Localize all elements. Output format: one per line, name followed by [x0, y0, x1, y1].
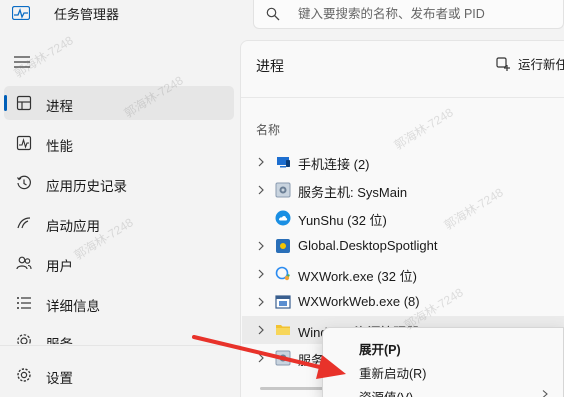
process-name: 手机连接 (2): [298, 157, 370, 172]
chevron-right-icon[interactable]: [256, 185, 266, 195]
sidebar-item-startup-apps[interactable]: 启动应用: [4, 206, 234, 240]
context-menu: 展开(P) 重新启动(R) 资源值(V): [322, 327, 564, 397]
folder-icon: [276, 325, 290, 335]
process-name: Global.DesktopSpotlight: [298, 238, 438, 253]
gear-icon: [17, 368, 31, 382]
sidebar-item-settings[interactable]: 设置: [4, 358, 234, 392]
history-icon: [17, 175, 31, 190]
sidebar-item-processes[interactable]: 进程: [4, 86, 234, 120]
table-row[interactable]: 手机连接 (2): [242, 148, 564, 176]
table-row[interactable]: WXWork.exe (32 位): [242, 260, 564, 288]
menu-item-restart[interactable]: 重新启动(R): [327, 358, 563, 382]
users-icon: [16, 256, 32, 270]
chevron-right-icon[interactable]: [256, 353, 266, 363]
active-indicator: [4, 95, 7, 111]
sidebar-item-details[interactable]: 详细信息: [4, 286, 234, 320]
app-title: 任务管理器: [54, 7, 120, 22]
menu-item-expand[interactable]: 展开(P): [327, 334, 563, 358]
search-input[interactable]: [298, 4, 558, 24]
sidebar-item-label: 应用历史记录: [46, 179, 127, 194]
spotlight-icon: [276, 239, 290, 253]
menu-item-label: 资源值(V): [359, 387, 413, 397]
panel-divider: [241, 97, 564, 98]
table-row[interactable]: WXWorkWeb.exe (8): [242, 288, 564, 316]
task-manager-logo-icon: [12, 6, 30, 20]
process-name: 服务: [298, 353, 325, 368]
sidebar-divider: [0, 345, 240, 346]
menu-item-label: 展开(P): [359, 343, 401, 357]
chevron-right-icon: [542, 390, 548, 397]
run-new-task-button[interactable]: 运行新任: [496, 54, 564, 73]
chevron-right-icon[interactable]: [256, 297, 266, 307]
chevron-right-icon[interactable]: [256, 241, 266, 251]
sidebar-item-label: 进程: [46, 99, 73, 114]
process-name: YunShu (32 位): [298, 213, 387, 228]
phone-link-icon: [277, 157, 290, 168]
chevron-right-icon[interactable]: [256, 325, 266, 335]
menu-item-label: 重新启动(R): [359, 367, 427, 381]
process-name: WXWork.exe (32 位): [298, 269, 417, 284]
process-name: 服务主机: SysMain: [298, 185, 408, 200]
menu-item-resource-values[interactable]: 资源值(V): [327, 382, 563, 397]
run-task-label: 运行新任: [518, 58, 564, 72]
chevron-right-icon[interactable]: [256, 157, 266, 167]
table-row[interactable]: YunShu (32 位): [242, 204, 564, 232]
search-icon: [266, 7, 280, 21]
table-row[interactable]: Global.DesktopSpotlight: [242, 232, 564, 260]
sidebar-item-label: 服务: [46, 333, 73, 344]
page-title: 进程: [256, 58, 284, 74]
details-icon: [17, 297, 31, 309]
services-icon: [17, 334, 31, 344]
sidebar-item-performance[interactable]: 性能: [4, 126, 234, 160]
sidebar-item-label: 详细信息: [46, 299, 100, 314]
gear-icon: [275, 350, 291, 366]
sidebar-item-label: 性能: [46, 139, 73, 154]
sidebar-item-users[interactable]: 用户: [4, 246, 234, 280]
window-icon: [275, 295, 291, 309]
sidebar-item-services[interactable]: 服务: [4, 324, 234, 344]
chevron-right-icon[interactable]: [256, 269, 266, 279]
process-name: WXWorkWeb.exe (8): [298, 294, 420, 309]
startup-icon: [17, 217, 31, 229]
hamburger-menu-icon[interactable]: [14, 56, 30, 68]
sidebar-item-label: 用户: [46, 259, 73, 274]
cloud-icon: [275, 210, 291, 226]
run-task-icon: [496, 56, 510, 71]
sidebar-item-label: 启动应用: [46, 219, 100, 234]
search-box[interactable]: [253, 0, 564, 29]
performance-icon: [16, 135, 32, 151]
column-header-name[interactable]: 名称: [256, 121, 280, 138]
wxwork-icon: [275, 266, 290, 281]
settings-label: 设置: [46, 371, 73, 386]
table-row[interactable]: 服务主机: SysMain: [242, 176, 564, 204]
processes-icon: [16, 95, 32, 111]
service-host-icon: [275, 182, 291, 198]
sidebar-item-app-history[interactable]: 应用历史记录: [4, 166, 234, 200]
